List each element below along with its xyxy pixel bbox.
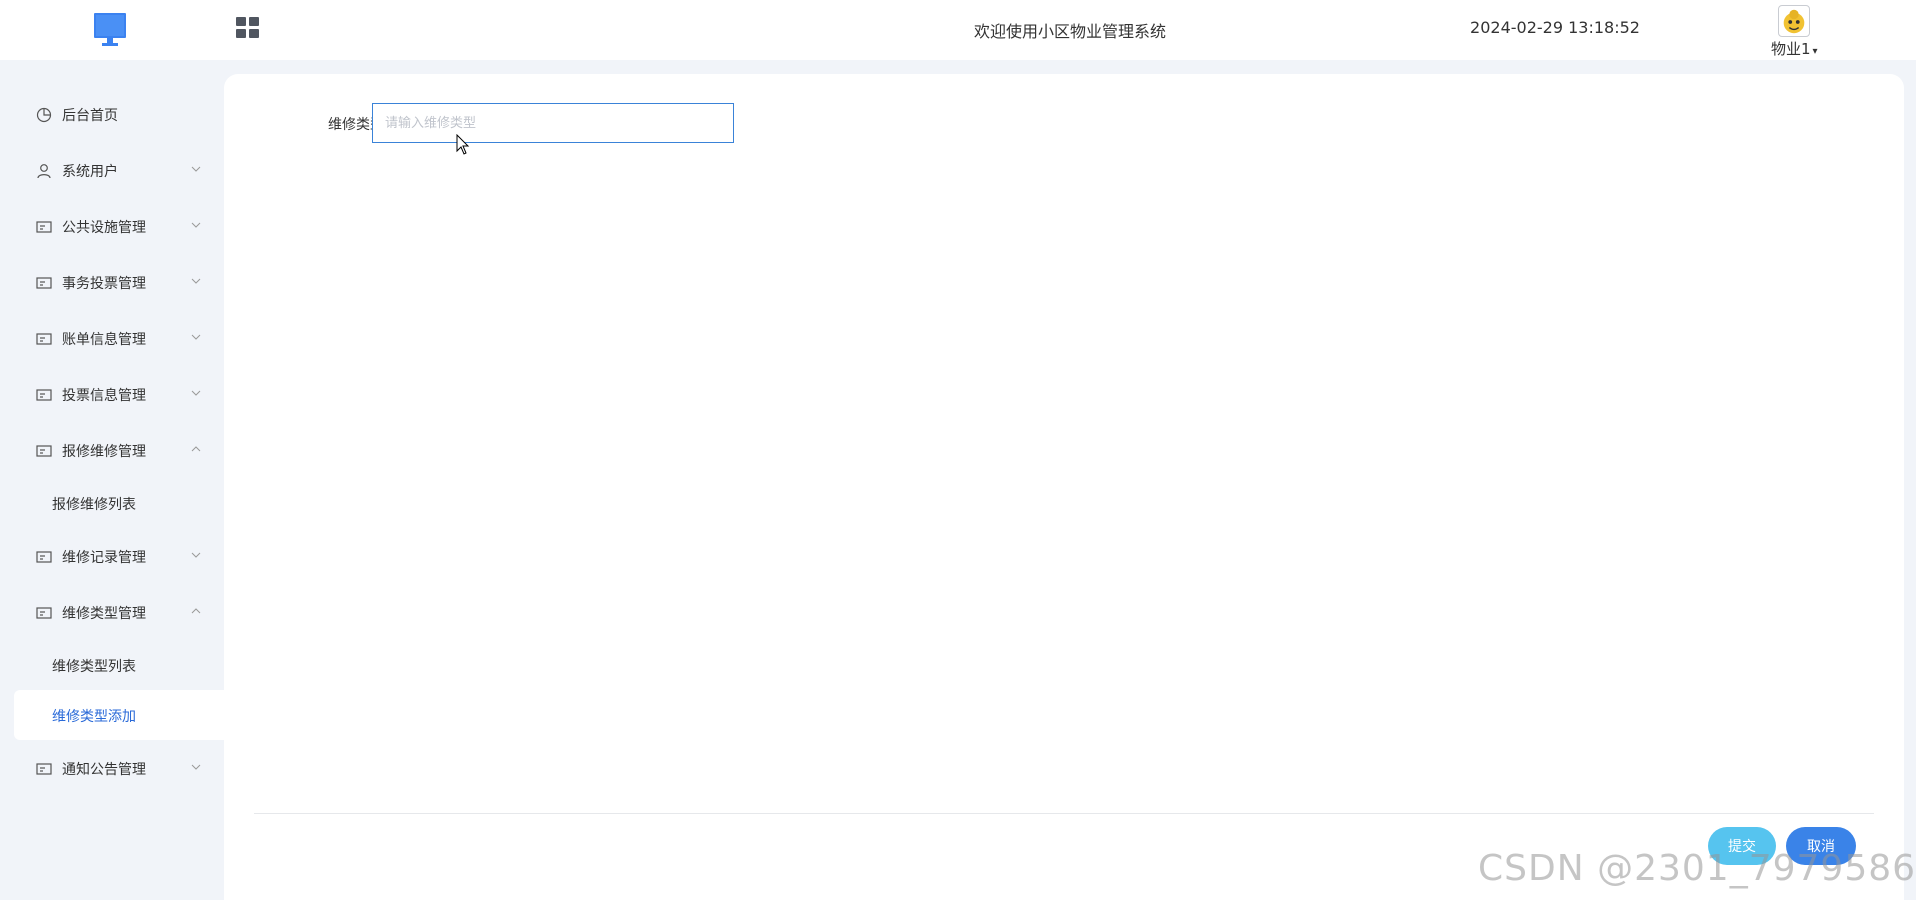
pie-chart-icon (36, 107, 52, 123)
monitor-icon[interactable] (94, 13, 126, 47)
sidebar-item-label: 公共设施管理 (62, 220, 146, 236)
sidebar-item-repair-records[interactable]: 维修记录管理 (14, 532, 224, 582)
sidebar-item-dashboard[interactable]: 后台首页 (14, 90, 224, 140)
sidebar-item-label: 系统用户 (62, 164, 118, 180)
mouse-cursor-icon (456, 134, 470, 155)
sidebar-subitem-repair-list[interactable]: 报修维修列表 (14, 478, 224, 528)
watermark: CSDN @2301_79795862 (1478, 848, 1916, 889)
sidebar-subitem-label: 维修类型添加 (52, 709, 136, 725)
chevron-up-icon (191, 608, 201, 614)
chevron-down-icon (191, 334, 201, 340)
sidebar-item-billing[interactable]: 账单信息管理 (14, 314, 224, 364)
top-header: 欢迎使用小区物业管理系统 2024-02-29 13:18:52 物业1 ▾ (0, 0, 1916, 60)
chevron-down-icon: ▾ (1812, 46, 1818, 57)
sidebar-subitem-repair-type-list[interactable]: 维修类型列表 (14, 640, 224, 690)
footer-divider (254, 813, 1874, 814)
sidebar-item-label: 通知公告管理 (62, 762, 146, 778)
sidebar-item-repair-types[interactable]: 维修类型管理 (14, 588, 224, 638)
chevron-up-icon (191, 446, 201, 452)
user-icon (37, 164, 51, 179)
sidebar-item-affairs-voting[interactable]: 事务投票管理 (14, 258, 224, 308)
card-icon (36, 277, 52, 289)
card-icon (36, 551, 52, 563)
chevron-down-icon (191, 166, 201, 172)
chevron-down-icon (191, 764, 201, 770)
repair-type-input[interactable] (372, 103, 734, 143)
avatar[interactable] (1778, 5, 1810, 37)
card-icon (36, 445, 52, 457)
sidebar-subitem-repair-type-add[interactable]: 维修类型添加 (14, 690, 224, 740)
current-datetime: 2024-02-29 13:18:52 (1470, 18, 1640, 37)
sidebar-item-label: 维修类型管理 (62, 606, 146, 622)
chevron-down-icon (191, 390, 201, 396)
app-title: 欢迎使用小区物业管理系统 (973, 22, 1166, 41)
user-menu[interactable]: 物业1 ▾ (1771, 38, 1818, 59)
sidebar-item-system-users[interactable]: 系统用户 (14, 146, 224, 196)
card-icon (36, 607, 52, 619)
sidebar-item-label: 事务投票管理 (62, 276, 146, 292)
sidebar-item-notices[interactable]: 通知公告管理 (14, 744, 224, 794)
sidebar: 后台首页 系统用户 公共设施管理 事务投票管理 账单信息管理 投票信息管理 报修… (0, 60, 224, 900)
card-icon (36, 221, 52, 233)
sidebar-item-label: 维修记录管理 (62, 550, 146, 566)
chevron-down-icon (191, 278, 201, 284)
sidebar-item-label: 账单信息管理 (62, 332, 146, 348)
sidebar-item-public-facilities[interactable]: 公共设施管理 (14, 202, 224, 252)
avatar-image (1783, 9, 1805, 34)
sidebar-subitem-label: 报修维修列表 (52, 497, 136, 513)
grid-icon[interactable] (236, 17, 260, 39)
chevron-down-icon (191, 552, 201, 558)
sidebar-item-label: 报修维修管理 (62, 444, 146, 460)
user-name-label: 物业1 (1771, 40, 1811, 58)
card-icon (36, 389, 52, 401)
sidebar-item-label: 后台首页 (62, 108, 118, 124)
chevron-down-icon (191, 222, 201, 228)
card-icon (36, 333, 52, 345)
sidebar-item-vote-info[interactable]: 投票信息管理 (14, 370, 224, 420)
card-icon (36, 763, 52, 775)
main-panel: 维修类型 提交 取消 (224, 74, 1904, 900)
sidebar-item-label: 投票信息管理 (62, 388, 146, 404)
sidebar-subitem-label: 维修类型列表 (52, 659, 136, 675)
sidebar-item-repair[interactable]: 报修维修管理 (14, 426, 224, 476)
